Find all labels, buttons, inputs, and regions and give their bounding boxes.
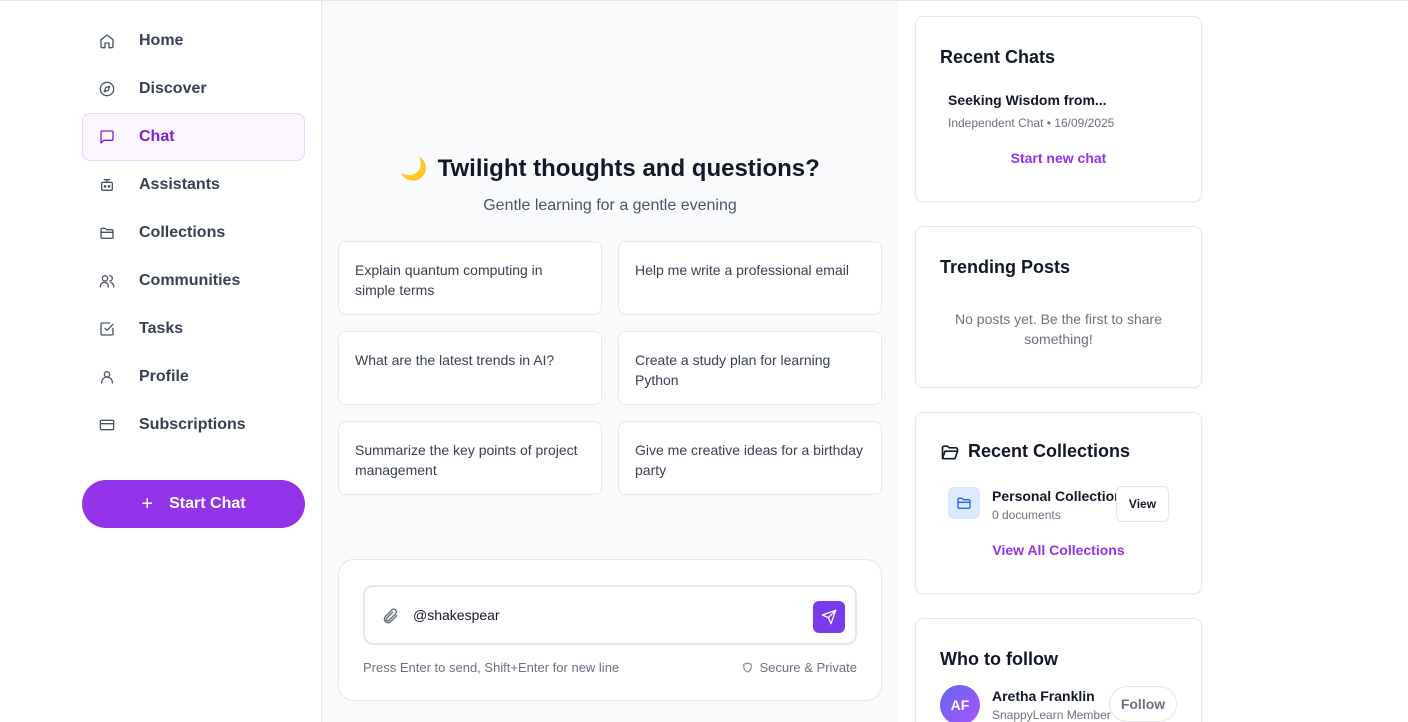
sidebar-item-label: Assistants — [139, 176, 220, 193]
secure-label: Secure & Private — [759, 660, 857, 675]
collection-name: Personal Collection — [992, 488, 1123, 504]
robot-icon — [99, 177, 115, 193]
sidebar-item-label: Home — [139, 32, 184, 49]
sidebar-item-label: Subscriptions — [139, 416, 246, 433]
page-title-text: Twilight thoughts and questions? — [437, 155, 820, 182]
credit-card-icon — [99, 417, 115, 433]
sidebar-item-label: Profile — [139, 368, 189, 385]
sidebar-item-label: Communities — [139, 272, 241, 289]
message-input[interactable] — [413, 603, 793, 627]
right-rail: Recent Chats Seeking Wisdom from... Inde… — [899, 1, 1408, 722]
send-button[interactable] — [813, 601, 845, 633]
home-icon — [99, 33, 115, 49]
who-to-follow-title: Who to follow — [940, 649, 1058, 669]
start-new-chat-link[interactable]: Start new chat — [916, 150, 1201, 166]
sidebar: Home Discover Chat Assistants Collection… — [66, 1, 322, 722]
chat-icon — [99, 129, 115, 145]
recent-chat-meta: Independent Chat • 16/09/2025 — [948, 116, 1115, 130]
sidebar-item-profile[interactable]: Profile — [82, 353, 305, 401]
view-all-collections-link[interactable]: View All Collections — [916, 542, 1201, 558]
recent-collections-title-text: Recent Collections — [968, 441, 1131, 461]
compass-icon — [99, 81, 115, 97]
send-hint: Press Enter to send, Shift+Enter for new… — [363, 660, 620, 675]
recent-chat-item[interactable]: Seeking Wisdom from... — [948, 92, 1107, 108]
suggestion-card[interactable]: Give me creative ideas for a birthday pa… — [618, 421, 882, 495]
suggested-user-name[interactable]: Aretha Franklin — [992, 688, 1095, 704]
collection-count: 0 documents — [992, 508, 1061, 522]
suggestion-card[interactable]: Create a study plan for learning Python — [618, 331, 882, 405]
trending-posts-title: Trending Posts — [940, 257, 1071, 277]
recent-collections-card: Recent Collections Personal Collection 0… — [915, 412, 1202, 594]
message-composer: Press Enter to send, Shift+Enter for new… — [338, 559, 882, 701]
paperclip-icon[interactable] — [381, 607, 399, 625]
sidebar-item-communities[interactable]: Communities — [82, 257, 305, 305]
suggestion-grid: Explain quantum computing in simple term… — [338, 241, 882, 495]
recent-chats-card: Recent Chats Seeking Wisdom from... Inde… — [915, 16, 1202, 202]
sidebar-item-home[interactable]: Home — [82, 17, 305, 65]
recent-chats-title: Recent Chats — [940, 47, 1056, 67]
trending-posts-card: Trending Posts No posts yet. Be the firs… — [915, 226, 1202, 388]
sidebar-item-label: Tasks — [139, 320, 184, 337]
suggested-user-role: SnappyLearn Member — [992, 708, 1111, 722]
sidebar-item-collections[interactable]: Collections — [82, 209, 305, 257]
suggestion-card[interactable]: Help me write a professional email — [618, 241, 882, 315]
plus-icon: + — [141, 493, 154, 515]
users-icon — [99, 273, 115, 289]
sidebar-nav: Home Discover Chat Assistants Collection… — [82, 17, 305, 449]
suggestion-card[interactable]: Explain quantum computing in simple term… — [338, 241, 602, 315]
who-to-follow-card: Who to follow AF Aretha Franklin SnappyL… — [915, 618, 1202, 722]
start-chat-button[interactable]: + Start Chat — [82, 480, 305, 528]
follow-button[interactable]: Follow — [1109, 686, 1177, 722]
folder-open-icon — [941, 444, 959, 459]
shield-icon — [743, 662, 753, 673]
collection-folder-icon — [948, 487, 980, 519]
view-collection-button[interactable]: View — [1116, 486, 1169, 522]
checkbox-icon — [99, 321, 115, 337]
chat-main: 🌙 Twilight thoughts and questions? Gentle… — [322, 1, 898, 722]
avatar: AF — [940, 685, 980, 722]
user-icon — [99, 369, 115, 385]
sidebar-item-label: Discover — [139, 80, 207, 97]
sidebar-item-subscriptions[interactable]: Subscriptions — [82, 401, 305, 449]
page-title: 🌙 Twilight thoughts and questions? — [322, 155, 898, 183]
secure-note: Secure & Private — [742, 660, 857, 675]
send-icon — [821, 609, 837, 625]
moon-icon: 🌙 — [400, 156, 428, 181]
trending-empty-state: No posts yet. Be the first to share some… — [955, 311, 1162, 347]
recent-collections-title: Recent Collections — [940, 441, 1130, 462]
folder-icon — [99, 225, 115, 241]
message-input-wrapper — [363, 585, 857, 645]
suggestion-card[interactable]: What are the latest trends in AI? — [338, 331, 602, 405]
sidebar-item-assistants[interactable]: Assistants — [82, 161, 305, 209]
sidebar-item-discover[interactable]: Discover — [82, 65, 305, 113]
sidebar-item-label: Collections — [139, 224, 226, 241]
sidebar-item-chat[interactable]: Chat — [82, 113, 305, 161]
sidebar-item-tasks[interactable]: Tasks — [82, 305, 305, 353]
page-subtitle: Gentle learning for a gentle evening — [483, 197, 737, 214]
sidebar-item-label: Chat — [139, 128, 175, 145]
suggestion-card[interactable]: Summarize the key points of project mana… — [338, 421, 602, 495]
start-chat-label: Start Chat — [169, 495, 246, 512]
